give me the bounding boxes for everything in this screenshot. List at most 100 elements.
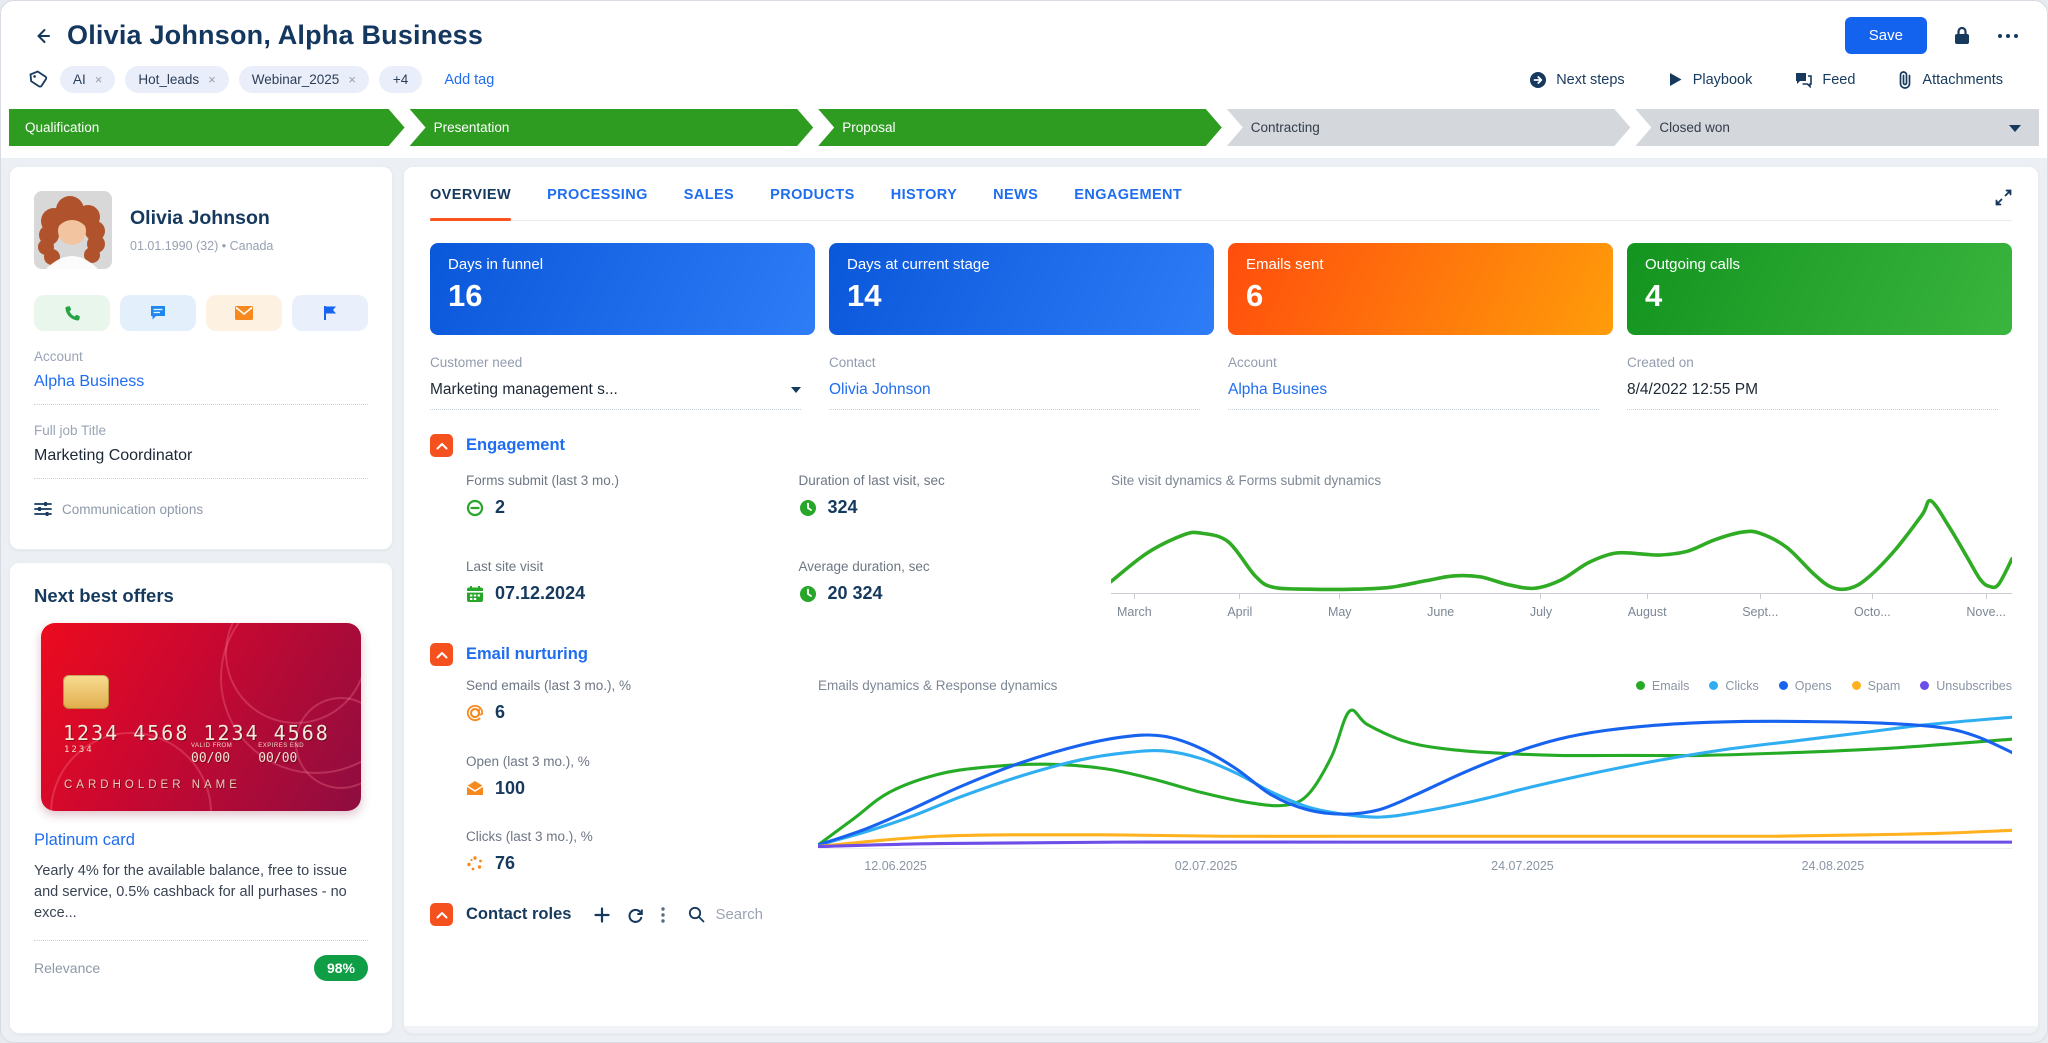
created-on-field: Created on 8/4/2022 12:55 PM xyxy=(1627,355,2012,410)
pipeline-stage-contracting[interactable]: Contracting xyxy=(1227,109,1631,146)
search-input[interactable] xyxy=(715,906,895,923)
pipeline-stage-closed-won[interactable]: Closed won xyxy=(1635,109,2039,146)
contact-name: Olivia Johnson xyxy=(130,207,273,230)
card-label: Days at current stage xyxy=(847,256,1196,273)
save-button[interactable]: Save xyxy=(1845,17,1927,54)
tab-processing[interactable]: PROCESSING xyxy=(547,187,648,220)
metric-value: 324 xyxy=(828,497,858,518)
tab-news[interactable]: NEWS xyxy=(993,187,1038,220)
pipeline-stage-presentation[interactable]: Presentation xyxy=(410,109,814,146)
contact-roles-title: Contact roles xyxy=(466,905,571,924)
last-site-visit-metric: Last site visit 07.12.2024 xyxy=(466,559,779,619)
days-in-funnel-card: Days in funnel16 xyxy=(430,243,815,335)
tag-label: Hot_leads xyxy=(138,72,199,87)
tab-sales[interactable]: SALES xyxy=(684,187,734,220)
tags-more-pill[interactable]: +4 xyxy=(379,66,422,93)
flag-button[interactable] xyxy=(292,295,368,331)
metric-label: Forms submit (last 3 mo.) xyxy=(466,473,779,488)
tab-engagement[interactable]: ENGAGEMENT xyxy=(1074,187,1182,220)
metric-value: 20 324 xyxy=(828,583,883,604)
pipeline-stage-qualification[interactable]: Qualification xyxy=(9,109,405,146)
pipeline-stage-proposal[interactable]: Proposal xyxy=(818,109,1222,146)
more-menu-button[interactable] xyxy=(1997,33,2019,39)
account-link[interactable]: Alpha Business xyxy=(34,373,368,391)
legend-item-opens[interactable]: Opens xyxy=(1779,679,1832,693)
stage-label: Contracting xyxy=(1251,120,1320,135)
at-icon xyxy=(466,704,484,722)
card-number: 1234 4568 1234 4568 xyxy=(63,721,349,745)
next-steps-label: Next steps xyxy=(1556,72,1625,88)
chevron-down-icon[interactable] xyxy=(791,387,801,393)
customer-need-dropdown[interactable]: Marketing management s... xyxy=(430,381,801,410)
stage-label: Presentation xyxy=(434,120,510,135)
metric-label: Send emails (last 3 mo.), % xyxy=(466,678,818,693)
envelope-icon xyxy=(235,306,253,320)
engagement-collapse-button[interactable] xyxy=(430,434,453,457)
next-best-offers-card: Next best offers 1234 4568 1234 4568 123… xyxy=(9,562,393,1034)
tab-products[interactable]: PRODUCTS xyxy=(770,187,855,220)
contact-roles-collapse-button[interactable] xyxy=(430,903,453,926)
contact-link[interactable]: Olivia Johnson xyxy=(829,381,931,399)
legend-dot xyxy=(1852,681,1861,690)
add-contact-role-button[interactable] xyxy=(594,907,610,923)
expand-button[interactable] xyxy=(1995,189,2012,206)
attachments-button[interactable]: Attachments xyxy=(1897,71,2003,89)
x-tick-label: June xyxy=(1427,594,1454,619)
tab-history[interactable]: HISTORY xyxy=(891,187,957,220)
email-chart-legend: Emails Clicks Opens Spam Unsubscribes xyxy=(1636,679,2012,693)
legend-item-unsubscribes[interactable]: Unsubscribes xyxy=(1920,679,2012,693)
chevron-up-icon xyxy=(436,442,448,450)
account-link[interactable]: Alpha Busines xyxy=(1228,381,1327,399)
playbook-icon xyxy=(1667,71,1684,88)
next-steps-button[interactable]: Next steps xyxy=(1529,71,1625,89)
legend-item-clicks[interactable]: Clicks xyxy=(1709,679,1758,693)
engagement-title: Engagement xyxy=(466,436,565,455)
legend-dot xyxy=(1709,681,1718,690)
tag-remove-icon[interactable]: × xyxy=(95,72,103,87)
x-tick-label: 02.07.2025 xyxy=(1175,859,1238,873)
tag-label: Webinar_2025 xyxy=(252,72,340,87)
add-tag-button[interactable]: Add tag xyxy=(444,72,494,88)
email-button[interactable] xyxy=(206,295,282,331)
refresh-button[interactable] xyxy=(627,907,644,923)
tag-pill[interactable]: Hot_leads × xyxy=(125,66,228,93)
offer-product-link[interactable]: Platinum card xyxy=(34,831,368,850)
email-nurturing-collapse-button[interactable] xyxy=(430,643,453,666)
clicks-icon xyxy=(466,855,484,873)
lock-button[interactable] xyxy=(1953,26,1971,46)
clock-icon xyxy=(799,499,817,517)
legend-item-spam[interactable]: Spam xyxy=(1852,679,1901,693)
email-chart-canvas xyxy=(818,701,2012,849)
card-chip xyxy=(63,675,109,709)
site-visit-chart: Site visit dynamics & Forms submit dynam… xyxy=(1111,473,2012,619)
cardholder-name: CARDHOLDER NAME xyxy=(64,779,241,791)
field-label: Customer need xyxy=(430,355,815,370)
legend-dot xyxy=(1636,681,1645,690)
expand-icon xyxy=(1995,189,2012,206)
site-visit-chart-title: Site visit dynamics & Forms submit dynam… xyxy=(1111,473,2012,488)
phone-icon xyxy=(64,305,81,322)
feed-button[interactable]: Feed xyxy=(1794,71,1855,88)
tab-overview[interactable]: OVERVIEW xyxy=(430,187,511,220)
table-header-hint xyxy=(404,1026,2038,1033)
communication-options-button[interactable]: Communication options xyxy=(34,501,368,517)
tag-remove-icon[interactable]: × xyxy=(348,72,356,87)
legend-label: Opens xyxy=(1795,679,1832,693)
playbook-button[interactable]: Playbook xyxy=(1667,71,1753,88)
flag-icon xyxy=(323,305,337,321)
kebab-menu-icon[interactable] xyxy=(661,907,665,923)
tag-remove-icon[interactable]: × xyxy=(208,72,216,87)
call-button[interactable] xyxy=(34,295,110,331)
tag-pill[interactable]: Webinar_2025 × xyxy=(239,66,369,93)
back-button[interactable] xyxy=(29,23,55,49)
stage-label: Qualification xyxy=(25,120,99,135)
credit-card-image: 1234 4568 1234 4568 1234 VALID FROM00/00… xyxy=(41,623,361,811)
field-label: Account xyxy=(1228,355,1613,370)
chat-button[interactable] xyxy=(120,295,196,331)
tag-label: AI xyxy=(73,72,86,87)
lock-icon xyxy=(1953,26,1971,46)
legend-item-emails[interactable]: Emails xyxy=(1636,679,1690,693)
chevron-down-icon[interactable] xyxy=(2009,125,2021,132)
site-visit-chart-canvas xyxy=(1111,498,2012,594)
tag-pill[interactable]: AI × xyxy=(60,66,115,93)
